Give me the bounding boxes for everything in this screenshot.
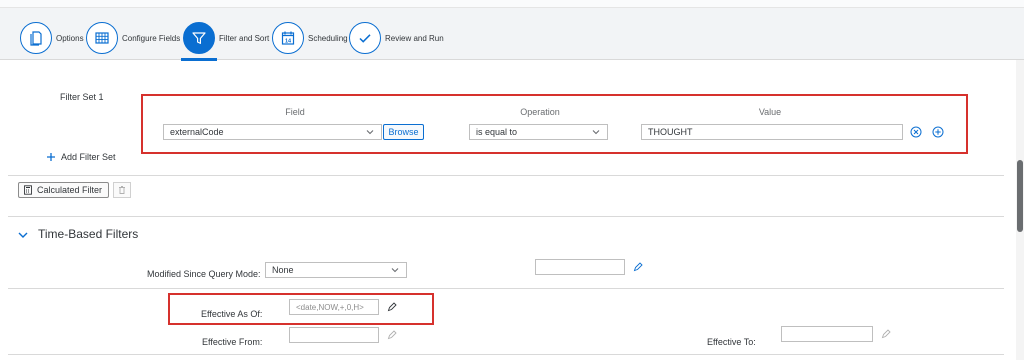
table-grid-icon	[86, 22, 118, 54]
pencil-icon[interactable]	[387, 330, 397, 340]
modified-since-date-input[interactable]	[535, 259, 625, 275]
effective-from-label: Effective From:	[202, 337, 263, 347]
calculated-filter-button[interactable]: Calculated Filter	[18, 182, 109, 198]
checkmark-icon	[349, 22, 381, 54]
chevron-down-icon	[366, 130, 374, 135]
filter-icon	[183, 22, 215, 54]
modified-since-label: Modified Since Query Mode:	[147, 269, 261, 279]
time-based-filters-title[interactable]: Time-Based Filters	[38, 227, 138, 241]
divider	[8, 288, 1004, 289]
operation-select[interactable]: is equal to	[469, 124, 608, 140]
operation-select-value: is equal to	[476, 127, 518, 137]
step-label: Filter and Sort	[219, 33, 270, 43]
step-label: Configure Fields	[122, 33, 181, 43]
add-filter-set-link[interactable]: Add Filter Set	[61, 152, 116, 162]
step-configure-fields[interactable]: Configure Fields	[86, 16, 180, 60]
wizard-step-bar: Options Configure Fields Filter and Sort…	[0, 8, 1024, 61]
step-options[interactable]: Options	[20, 16, 84, 60]
calculated-filter-label: Calculated Filter	[37, 185, 103, 195]
operation-header: Operation	[520, 107, 560, 117]
modified-since-select[interactable]: None	[265, 262, 407, 278]
pencil-icon[interactable]	[387, 302, 397, 312]
field-header: Field	[285, 107, 305, 117]
browse-button[interactable]: Browse	[383, 124, 424, 140]
document-icon	[20, 22, 52, 54]
field-select[interactable]: externalCode	[163, 124, 382, 140]
trash-icon[interactable]	[113, 182, 131, 198]
remove-filter-icon[interactable]	[910, 126, 922, 138]
svg-text:14: 14	[285, 38, 292, 44]
value-header: Value	[758, 107, 782, 117]
step-label: Options	[56, 33, 84, 43]
step-scheduling[interactable]: 14 Scheduling	[272, 16, 348, 60]
step-label: Scheduling	[308, 33, 348, 43]
top-strip	[0, 0, 1024, 8]
scrollbar[interactable]	[1016, 60, 1024, 360]
chevron-down-icon[interactable]	[17, 229, 29, 241]
calculator-icon	[24, 185, 32, 195]
value-input[interactable]: THOUGHT	[641, 124, 903, 140]
effective-as-of-label: Effective As Of:	[201, 309, 263, 319]
effective-from-input[interactable]	[289, 327, 379, 343]
field-select-value: externalCode	[170, 127, 224, 137]
step-review-and-run[interactable]: Review and Run	[349, 16, 444, 60]
chevron-down-icon	[592, 130, 600, 135]
divider	[8, 175, 1004, 176]
chevron-down-icon	[391, 268, 399, 273]
step-label: Review and Run	[385, 33, 444, 43]
step-filter-and-sort[interactable]: Filter and Sort	[181, 16, 270, 61]
effective-to-label: Effective To:	[707, 337, 756, 347]
calendar-icon: 14	[272, 22, 304, 54]
modified-since-value: None	[272, 265, 294, 275]
scrollbar-thumb[interactable]	[1017, 160, 1023, 232]
filter-set-label: Filter Set 1	[60, 92, 104, 102]
divider	[8, 354, 1004, 355]
pencil-icon[interactable]	[881, 329, 891, 339]
plus-icon[interactable]	[46, 152, 56, 162]
divider	[8, 216, 1004, 217]
effective-to-input[interactable]	[781, 326, 873, 342]
add-filter-icon[interactable]	[932, 126, 944, 138]
effective-as-of-input[interactable]: <date,NOW,+,0,H>	[289, 299, 379, 315]
active-step-indicator	[181, 58, 217, 61]
pencil-icon[interactable]	[633, 262, 643, 272]
